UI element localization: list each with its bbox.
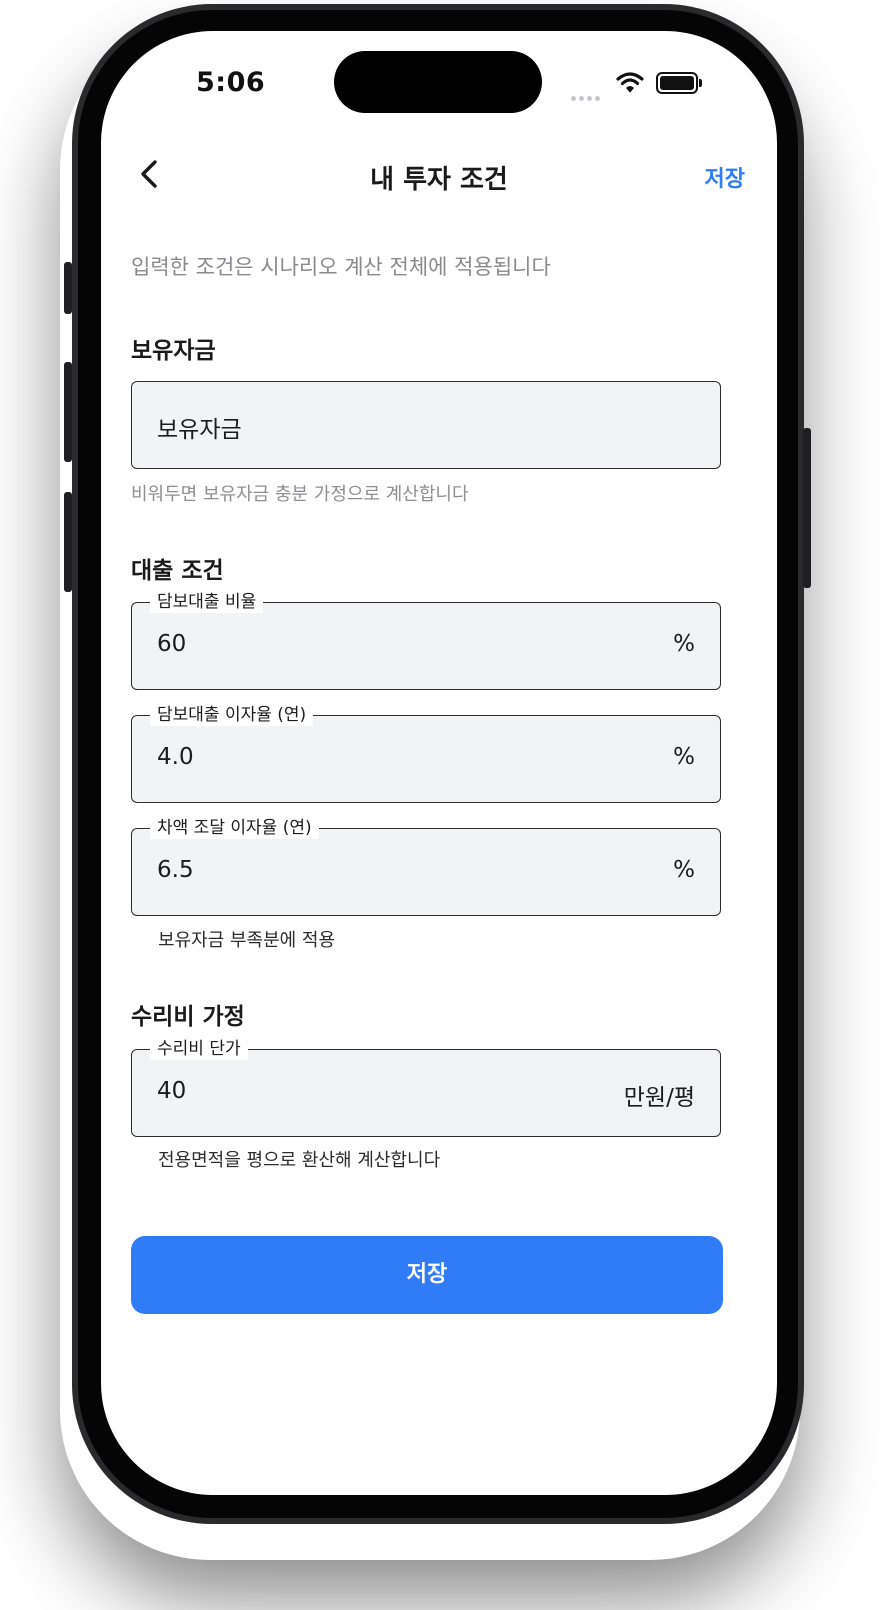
mortgage-rate-value: 4.0 — [157, 744, 194, 770]
battery-icon — [656, 72, 702, 94]
gap-rate-unit: % — [673, 857, 695, 883]
page-title: 내 투자 조건 — [370, 165, 508, 195]
repair-cost-label: 수리비 단가 — [150, 1038, 248, 1060]
repair-cost-value: 40 — [157, 1078, 187, 1104]
gap-rate-hint: 보유자금 부족분에 적용 — [158, 930, 336, 951]
ltv-value: 60 — [157, 631, 187, 657]
gap-rate-value: 6.5 — [157, 857, 194, 883]
repair-cost-unit: 만원/평 — [623, 1085, 695, 1111]
volume-down-button — [64, 492, 72, 592]
power-button — [803, 428, 811, 588]
funds-input[interactable]: 보유자금 — [131, 381, 721, 469]
gap-rate-input[interactable]: 차액 조달 이자율 (연) 6.5 % — [131, 817, 721, 916]
cellular-signal-icon — [571, 86, 603, 105]
mortgage-rate-unit: % — [673, 744, 695, 770]
save-button[interactable]: 저장 — [131, 1236, 723, 1314]
screen: 5:06 내 투자 조건 저장 입력한 조건은 시나리오 계산 전체에 적용됩니… — [101, 31, 777, 1495]
save-link-button[interactable]: 저장 — [705, 161, 745, 193]
volume-up-button — [64, 362, 72, 462]
navigation-bar: 내 투자 조건 저장 — [101, 151, 777, 201]
repair-cost-input[interactable]: 수리비 단가 40 만원/평 — [131, 1038, 721, 1137]
section-title-funds: 보유자금 — [131, 338, 216, 364]
status-time: 5:06 — [196, 67, 266, 98]
funds-hint: 비워두면 보유자금 충분 가정으로 계산합니다 — [131, 484, 469, 505]
gap-rate-label: 차액 조달 이자율 (연) — [150, 817, 319, 839]
ltv-unit: % — [673, 631, 695, 657]
section-title-loan: 대출 조건 — [131, 558, 224, 584]
action-button — [64, 262, 72, 314]
mortgage-rate-label: 담보대출 이자율 (연) — [150, 704, 314, 726]
dynamic-island — [334, 51, 542, 113]
ltv-input[interactable]: 담보대출 비율 60 % — [131, 591, 721, 690]
page-description: 입력한 조건은 시나리오 계산 전체에 적용됩니다 — [131, 255, 551, 279]
mortgage-rate-input[interactable]: 담보대출 이자율 (연) 4.0 % — [131, 704, 721, 803]
section-title-repair: 수리비 가정 — [131, 1004, 245, 1030]
repair-cost-hint: 전용면적을 평으로 환산해 계산합니다 — [158, 1150, 441, 1171]
wifi-icon — [616, 72, 644, 93]
ltv-label: 담보대출 비율 — [150, 591, 264, 613]
funds-placeholder: 보유자금 — [157, 417, 242, 443]
